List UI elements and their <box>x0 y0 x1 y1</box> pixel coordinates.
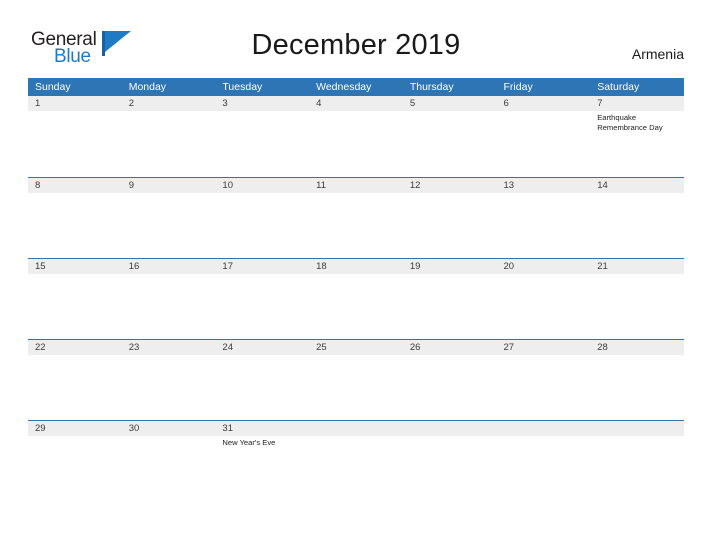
calendar-week-row: 8 9 10 11 12 13 14 <box>28 177 684 258</box>
day-number: 12 <box>409 180 421 191</box>
weekday-header-monday: Monday <box>128 81 167 93</box>
day-number: 17 <box>222 261 233 272</box>
calendar-day-cells: 29 30 31 New Year's Eve <box>28 421 684 501</box>
calendar-day-cell-empty <box>590 421 684 501</box>
day-number: 4 <box>316 98 322 109</box>
day-number: 3 <box>222 98 228 109</box>
calendar-day-cell[interactable]: 3 <box>215 96 309 177</box>
day-number: 1 <box>35 98 41 109</box>
weekday-header-saturday: Saturday <box>597 81 640 93</box>
calendar-day-cell[interactable]: 12 <box>403 178 497 258</box>
day-number: 22 <box>35 342 46 353</box>
calendar-day-cell[interactable]: 30 <box>122 421 216 501</box>
calendar-day-cell-empty <box>403 421 497 501</box>
day-number: 6 <box>503 98 509 109</box>
weekday-header-sunday: Sunday <box>35 81 71 93</box>
calendar-day-cell-empty <box>309 421 403 501</box>
day-number: 21 <box>597 261 608 272</box>
day-number: 2 <box>128 98 134 109</box>
calendar-day-cell[interactable]: 26 <box>403 340 497 420</box>
calendar-day-cell[interactable]: 11 <box>309 178 403 258</box>
day-number: 10 <box>222 180 233 191</box>
weekday-header-tuesday: Tuesday <box>222 81 263 93</box>
day-number: 29 <box>35 423 46 434</box>
calendar-day-cell[interactable]: 10 <box>215 178 309 258</box>
calendar-day-cells: 1 2 3 4 5 6 7 Earthquake Remembrance Day <box>28 96 684 177</box>
calendar-day-cell[interactable]: 6 <box>497 96 591 177</box>
day-number: 9 <box>128 180 134 191</box>
day-number: 31 <box>222 423 233 434</box>
holiday-event-label: New Year's Eve <box>222 438 276 447</box>
day-number: 28 <box>597 342 608 353</box>
calendar-day-cell[interactable]: 7 Earthquake Remembrance Day <box>590 96 684 177</box>
day-number: 23 <box>128 342 140 353</box>
day-number: 13 <box>503 180 515 191</box>
calendar-day-cell[interactable]: 19 <box>403 259 497 339</box>
calendar-day-cell[interactable]: 25 <box>309 340 403 420</box>
day-number: 16 <box>128 261 140 272</box>
calendar-day-cell[interactable]: 28 <box>590 340 684 420</box>
day-number: 5 <box>409 98 416 109</box>
calendar-week-row: 22 23 24 25 26 27 28 <box>28 339 684 420</box>
day-number: 30 <box>128 423 140 434</box>
calendar-day-cell[interactable]: 23 <box>122 340 216 420</box>
weekday-header-row: Sunday Monday Tuesday Wednesday Thursday… <box>28 78 684 96</box>
day-number: 20 <box>503 261 515 272</box>
calendar-day-cell[interactable]: 4 <box>309 96 403 177</box>
calendar-day-cell[interactable]: 13 <box>497 178 591 258</box>
calendar-day-cell[interactable]: 9 <box>122 178 216 258</box>
calendar-day-cell[interactable]: 20 <box>497 259 591 339</box>
page-header: General Blue December 2019 Armenia <box>0 0 712 76</box>
calendar-day-cell[interactable]: 8 <box>28 178 122 258</box>
day-number: 7 <box>597 98 603 109</box>
day-number: 25 <box>316 342 327 353</box>
calendar-day-cell[interactable]: 29 <box>28 421 122 501</box>
day-events: Earthquake Remembrance Day <box>597 113 684 133</box>
calendar-table: Sunday Monday Tuesday Wednesday Thursday… <box>28 78 684 501</box>
calendar-day-cell[interactable]: 21 <box>590 259 684 339</box>
calendar-weeks: 1 2 3 4 5 6 7 Earthquake Remembrance Day 8 9 10 11 1… <box>28 96 684 501</box>
calendar-day-cell[interactable]: 15 <box>28 259 122 339</box>
calendar-day-cells: 15 16 17 18 19 20 21 <box>28 259 684 339</box>
holiday-event-label: Earthquake Remembrance Day <box>597 113 663 132</box>
calendar-day-cell[interactable]: 24 <box>215 340 309 420</box>
calendar-day-cell[interactable]: 18 <box>309 259 403 339</box>
day-number: 27 <box>503 342 515 353</box>
day-number: 24 <box>222 342 233 353</box>
calendar-day-cell[interactable]: 5 <box>403 96 497 177</box>
calendar-day-cell[interactable]: 31 New Year's Eve <box>215 421 309 501</box>
calendar-day-cell[interactable]: 16 <box>122 259 216 339</box>
calendar-day-cell[interactable]: 14 <box>590 178 684 258</box>
calendar-day-cells: 8 9 10 11 12 13 14 <box>28 178 684 258</box>
day-number: 8 <box>35 180 41 191</box>
calendar-day-cells: 22 23 24 25 26 27 28 <box>28 340 684 420</box>
calendar-day-cell[interactable]: 27 <box>497 340 591 420</box>
calendar-day-cell-empty <box>497 421 591 501</box>
calendar-week-row: 15 16 17 18 19 20 21 <box>28 258 684 339</box>
weekday-header-thursday: Thursday <box>409 81 454 93</box>
day-number: 18 <box>316 261 327 272</box>
day-number: 26 <box>409 342 421 353</box>
day-number: 15 <box>35 261 46 272</box>
calendar-day-cell[interactable]: 22 <box>28 340 122 420</box>
day-number: 11 <box>316 180 326 191</box>
calendar-day-cell[interactable]: 17 <box>215 259 309 339</box>
page-title: December 2019 <box>251 29 461 61</box>
day-number: 19 <box>409 261 421 272</box>
weekday-header-wednesday: Wednesday <box>316 81 372 93</box>
country-label: Armenia <box>631 46 684 62</box>
calendar-week-row: 1 2 3 4 5 6 7 Earthquake Remembrance Day <box>28 96 684 177</box>
day-events: New Year's Eve <box>222 438 309 448</box>
day-number: 14 <box>597 180 608 191</box>
calendar-week-row: 29 30 31 New Year's Eve <box>28 420 684 501</box>
calendar-day-cell[interactable]: 1 <box>28 96 122 177</box>
calendar-day-cell[interactable]: 2 <box>122 96 216 177</box>
weekday-header-friday: Friday <box>503 81 533 93</box>
